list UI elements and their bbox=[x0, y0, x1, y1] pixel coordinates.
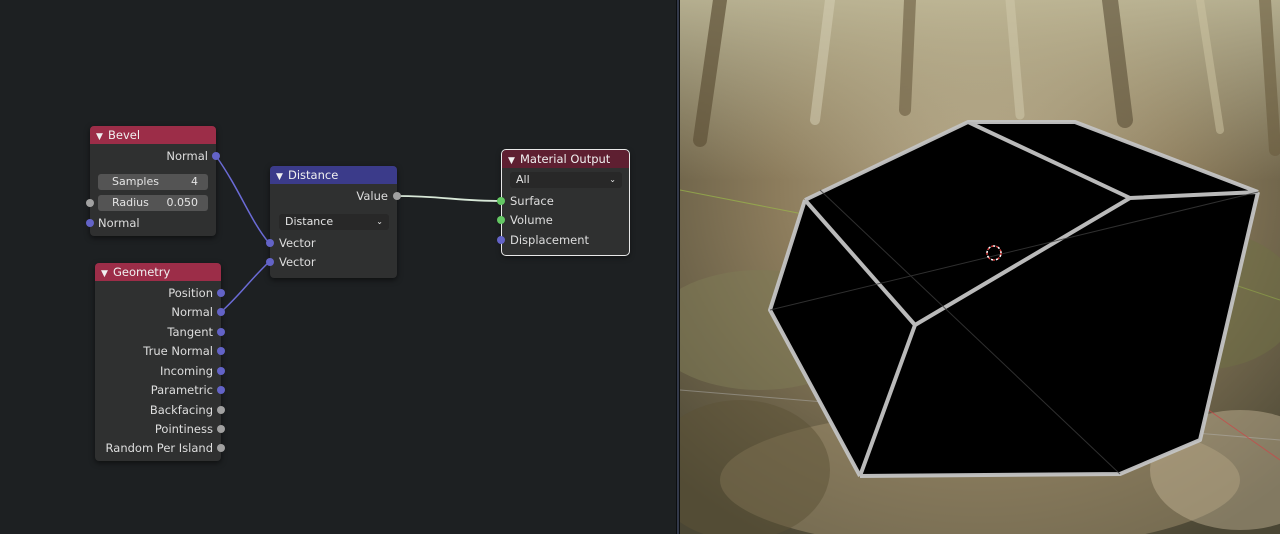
distance-node[interactable]: ▼ Distance Value Distance ⌄ Vector Vector bbox=[266, 166, 401, 278]
geometry-socket-pointiness[interactable] bbox=[217, 425, 225, 433]
distance-input-vector-2-label: Vector bbox=[279, 255, 316, 269]
geometry-socket-true-normal[interactable] bbox=[217, 347, 225, 355]
material-output-target-dropdown[interactable]: All ⌄ bbox=[510, 172, 622, 188]
geometry-node-header[interactable]: ▼ Geometry bbox=[95, 263, 221, 281]
geometry-node-title: Geometry bbox=[113, 265, 171, 279]
chevron-down-icon: ⌄ bbox=[376, 217, 383, 226]
geometry-socket-random-per-island[interactable] bbox=[217, 444, 225, 452]
geometry-output-backfacing: Backfacing bbox=[149, 403, 213, 417]
material-input-displacement-label: Displacement bbox=[510, 233, 590, 247]
bevel-radius-value: 0.050 bbox=[166, 196, 199, 209]
bevel-node-header[interactable]: ▼ Bevel bbox=[90, 126, 216, 144]
geometry-output-position: Position bbox=[168, 286, 213, 300]
material-output-node[interactable]: ▼ Material Output All ⌄ Surface Volume Di… bbox=[497, 149, 630, 256]
distance-output-value-socket[interactable] bbox=[393, 192, 401, 200]
geometry-output-parametric: Parametric bbox=[150, 383, 213, 397]
material-output-node-header[interactable]: ▼ Material Output bbox=[502, 150, 629, 168]
material-output-node-title: Material Output bbox=[520, 152, 611, 166]
geometry-socket-parametric[interactable] bbox=[217, 386, 225, 394]
geometry-node[interactable]: ▼ Geometry Position Normal Tangent True N… bbox=[95, 263, 225, 461]
distance-input-vector-2-socket[interactable] bbox=[266, 258, 274, 266]
distance-input-vector-1-label: Vector bbox=[279, 236, 316, 250]
geometry-socket-tangent[interactable] bbox=[217, 328, 225, 336]
geometry-output-random-per-island: Random Per Island bbox=[105, 441, 213, 455]
link-distance-value-to-surface[interactable] bbox=[396, 195, 502, 202]
distance-operation-dropdown[interactable]: Distance ⌄ bbox=[279, 214, 389, 230]
3d-viewport[interactable] bbox=[680, 0, 1280, 534]
geometry-output-pointiness: Pointiness bbox=[154, 422, 213, 436]
bevel-samples-field[interactable]: Samples 4 bbox=[98, 174, 208, 190]
bevel-input-normal-label: Normal bbox=[98, 216, 140, 230]
bevel-node-title: Bevel bbox=[108, 128, 141, 142]
bevel-output-normal-label: Normal bbox=[166, 149, 208, 163]
distance-output-value-label: Value bbox=[356, 189, 388, 203]
viewport-render bbox=[680, 0, 1280, 534]
bevel-node[interactable]: ▼ Bevel Normal Samples 4 Radius 0.050 Nor… bbox=[86, 126, 220, 236]
chevron-down-icon[interactable]: ▼ bbox=[101, 265, 113, 283]
bevel-output-normal-socket[interactable] bbox=[212, 152, 220, 160]
link-geometry-normal-to-distance-vector[interactable] bbox=[220, 261, 270, 313]
bevel-input-normal-socket[interactable] bbox=[86, 219, 94, 227]
chevron-down-icon: ⌄ bbox=[609, 175, 616, 184]
link-bevel-normal-to-distance-vector[interactable] bbox=[215, 155, 270, 244]
material-output-target-value: All bbox=[516, 173, 530, 186]
material-input-displacement-socket[interactable] bbox=[497, 236, 505, 244]
chevron-down-icon[interactable]: ▼ bbox=[508, 152, 520, 170]
area-divider-edge bbox=[677, 0, 679, 534]
geometry-output-true-normal: True Normal bbox=[143, 344, 213, 358]
bevel-radius-field[interactable]: Radius 0.050 bbox=[98, 195, 208, 211]
bevel-samples-value: 4 bbox=[191, 175, 198, 188]
material-input-volume-socket[interactable] bbox=[497, 216, 505, 224]
distance-node-header[interactable]: ▼ Distance bbox=[270, 166, 397, 184]
geometry-socket-backfacing[interactable] bbox=[217, 406, 225, 414]
geometry-output-normal: Normal bbox=[171, 305, 213, 319]
chevron-down-icon[interactable]: ▼ bbox=[276, 168, 288, 186]
geometry-socket-position[interactable] bbox=[217, 289, 225, 297]
geometry-output-incoming: Incoming bbox=[159, 364, 213, 378]
bevel-radius-socket[interactable] bbox=[86, 199, 94, 207]
geometry-socket-incoming[interactable] bbox=[217, 367, 225, 375]
material-input-surface-socket[interactable] bbox=[497, 197, 505, 205]
material-input-surface-label: Surface bbox=[510, 194, 554, 208]
geometry-output-tangent: Tangent bbox=[167, 325, 213, 339]
distance-operation-value: Distance bbox=[285, 215, 334, 228]
distance-input-vector-1-socket[interactable] bbox=[266, 239, 274, 247]
geometry-socket-normal[interactable] bbox=[217, 308, 225, 316]
chevron-down-icon[interactable]: ▼ bbox=[96, 128, 108, 146]
distance-node-title: Distance bbox=[288, 168, 339, 182]
material-input-volume-label: Volume bbox=[510, 213, 553, 227]
node-editor[interactable]: ▼ Bevel Normal Samples 4 Radius 0.050 Nor… bbox=[0, 0, 676, 534]
